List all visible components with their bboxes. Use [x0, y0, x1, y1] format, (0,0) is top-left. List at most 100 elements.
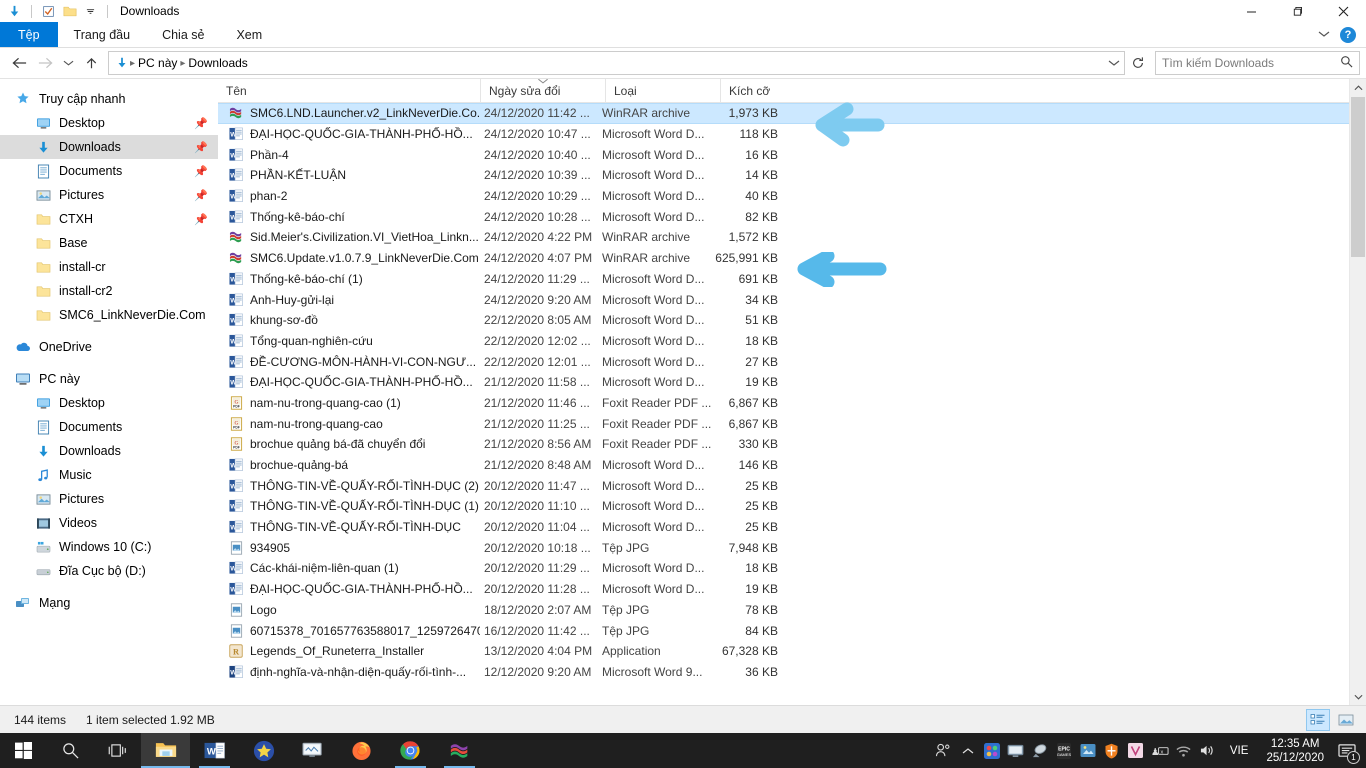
tab-home[interactable]: Trang đầu [58, 22, 147, 47]
sidebar-item-downloads[interactable]: Downloads 📌 [0, 135, 218, 159]
search-icon[interactable] [1340, 55, 1353, 71]
table-row[interactable]: WCác-khái-niệm-liên-quan (1)20/12/2020 1… [218, 558, 1366, 579]
recent-locations-button[interactable] [58, 50, 78, 76]
sidebar-item-this-pc[interactable]: PC này [0, 367, 218, 391]
download-icon[interactable] [6, 3, 23, 20]
properties-icon[interactable] [40, 3, 57, 20]
table-row[interactable]: GPDFnam-nu-trong-quang-cao (1)21/12/2020… [218, 393, 1366, 414]
task-view-icon[interactable] [94, 733, 141, 768]
table-row[interactable]: WTHÔNG-TIN-VỀ-QUẤY-RỐI-TÌNH-DỤC (2)20/12… [218, 475, 1366, 496]
table-row[interactable]: Logo18/12/2020 2:07 AMTệp JPG78 KB [218, 600, 1366, 621]
large-icons-view-icon[interactable] [1334, 709, 1358, 731]
details-view-icon[interactable] [1306, 709, 1330, 731]
back-button[interactable] [6, 50, 32, 76]
maximize-button[interactable] [1274, 0, 1320, 22]
customize-chevron-icon[interactable] [82, 3, 99, 20]
table-row[interactable]: Wbrochue-quảng-bá21/12/2020 8:48 AMMicro… [218, 455, 1366, 476]
table-row[interactable]: WĐỀ-CƯƠNG-MÔN-HÀNH-VI-CON-NGƯ...22/12/20… [218, 351, 1366, 372]
table-row[interactable]: 60715378_701657763588017_12597264706...1… [218, 620, 1366, 641]
table-row[interactable]: Wphan-224/12/2020 10:29 ...Microsoft Wor… [218, 186, 1366, 207]
minimize-button[interactable] [1228, 0, 1274, 22]
scrollbar-thumb[interactable] [1351, 97, 1365, 257]
table-row[interactable]: GPDFnam-nu-trong-quang-cao21/12/2020 11:… [218, 413, 1366, 434]
forward-button[interactable] [32, 50, 58, 76]
tab-view[interactable]: Xem [220, 22, 278, 47]
column-header-type[interactable]: Loại [605, 79, 720, 103]
pin-icon[interactable]: 📌 [194, 165, 208, 178]
taskbar-remote-desktop-icon[interactable] [288, 733, 337, 768]
taskbar-winrar-icon[interactable] [435, 733, 484, 768]
table-row[interactable]: WThống-kê-báo-chí (1)24/12/2020 11:29 ..… [218, 269, 1366, 290]
search-input[interactable]: Tìm kiếm Downloads [1162, 56, 1274, 70]
table-row[interactable]: WTHÔNG-TIN-VỀ-QUẤY-RỐI-TÌNH-DỤC20/12/202… [218, 517, 1366, 538]
table-row[interactable]: WĐẠI-HỌC-QUỐC-GIA-THÀNH-PHỐ-HỒ...20/12/2… [218, 579, 1366, 600]
table-row[interactable]: SMC6.LND.Launcher.v2_LinkNeverDie.Co...2… [218, 103, 1366, 124]
scroll-down-button[interactable] [1350, 688, 1366, 705]
table-row[interactable]: GPDFbrochue quảng bá-đã chuyển đổi21/12/… [218, 434, 1366, 455]
sidebar-item-windows-c-drive[interactable]: Windows 10 (C:) [0, 535, 218, 559]
pin-icon[interactable]: 📌 [194, 141, 208, 154]
taskbar-bluestacks-icon[interactable] [239, 733, 288, 768]
tab-file[interactable]: Tệp [0, 22, 58, 47]
sidebar-item-ctxh[interactable]: CTXH 📌 [0, 207, 218, 231]
sidebar-item-pc-documents[interactable]: Documents [0, 415, 218, 439]
sidebar-item-documents[interactable]: Documents 📌 [0, 159, 218, 183]
help-icon[interactable]: ? [1340, 27, 1356, 43]
tab-share[interactable]: Chia sẻ [146, 22, 220, 47]
windows-start-icon[interactable] [0, 733, 47, 768]
address-path-box[interactable]: ▸ PC này ▸ Downloads [108, 51, 1125, 75]
volume-icon[interactable] [1196, 733, 1220, 768]
table-row[interactable]: WPHẦN-KẾT-LUẬN24/12/2020 10:39 ...Micros… [218, 165, 1366, 186]
pin-icon[interactable]: 📌 [194, 117, 208, 130]
chevron-down-icon[interactable] [1108, 56, 1120, 70]
sidebar-item-onedrive[interactable]: OneDrive [0, 335, 218, 359]
taskbar-chrome-icon[interactable] [386, 733, 435, 768]
navigation-pane[interactable]: Truy cập nhanh Desktop 📌 Downloads 📌 [0, 79, 218, 705]
table-row[interactable]: WTHÔNG-TIN-VỀ-QUẤY-RỐI-TÌNH-DỤC (1)20/12… [218, 496, 1366, 517]
sidebar-item-install-cr[interactable]: install-cr [0, 255, 218, 279]
table-row[interactable]: Sid.Meier's.Civilization.VI_VietHoa_Link… [218, 227, 1366, 248]
file-rows[interactable]: SMC6.LND.Launcher.v2_LinkNeverDie.Co...2… [218, 103, 1366, 705]
new-folder-icon[interactable] [61, 3, 78, 20]
sidebar-item-music[interactable]: Music [0, 463, 218, 487]
epic-games-tray-icon[interactable]: EPICGAMES [1052, 733, 1076, 768]
nav-group-quick-access[interactable]: Truy cập nhanh [0, 87, 218, 111]
wifi-icon[interactable] [1172, 733, 1196, 768]
search-box[interactable]: Tìm kiếm Downloads [1155, 51, 1360, 75]
scroll-up-button[interactable] [1350, 79, 1366, 96]
taskbar-search-icon[interactable] [47, 733, 94, 768]
close-button[interactable] [1320, 0, 1366, 22]
sidebar-item-pc-desktop[interactable]: Desktop [0, 391, 218, 415]
table-row[interactable]: WTổng-quan-nghiên-cứu22/12/2020 12:02 ..… [218, 331, 1366, 352]
taskbar-word-icon[interactable]: W [190, 733, 239, 768]
vsco-tray-icon[interactable] [1124, 733, 1148, 768]
sidebar-item-pictures[interactable]: Pictures 📌 [0, 183, 218, 207]
column-header-size[interactable]: Kích cỡ [720, 79, 796, 103]
table-row[interactable]: RLegends_Of_Runeterra_Installer13/12/202… [218, 641, 1366, 662]
show-hidden-icons-chevron[interactable] [956, 733, 980, 768]
sidebar-item-base[interactable]: Base [0, 231, 218, 255]
refresh-button[interactable] [1125, 50, 1151, 76]
taskbar-file-explorer-icon[interactable] [141, 733, 190, 768]
keyboard-tray-icon[interactable]: ♟x [1148, 733, 1172, 768]
people-icon[interactable] [932, 733, 956, 768]
pin-icon[interactable]: 📌 [194, 189, 208, 202]
vertical-scrollbar[interactable] [1349, 79, 1366, 705]
sidebar-item-desktop[interactable]: Desktop 📌 [0, 111, 218, 135]
table-row[interactable]: WAnh-Huy-gửi-lại24/12/2020 9:20 AMMicros… [218, 289, 1366, 310]
column-header-date[interactable]: Ngày sửa đổi [480, 79, 605, 103]
sidebar-item-videos[interactable]: Videos [0, 511, 218, 535]
sidebar-item-smc6[interactable]: SMC6_LinkNeverDie.Com [0, 303, 218, 327]
taskbar-clock[interactable]: 12:35 AM 25/12/2020 [1258, 733, 1332, 768]
table-row[interactable]: Wđịnh-nghĩa-và-nhận-diện-quấy-rối-tình-.… [218, 662, 1366, 683]
sidebar-item-network[interactable]: Mạng [0, 591, 218, 615]
breadcrumb-downloads[interactable]: Downloads [185, 56, 250, 70]
breadcrumb-pc[interactable]: PC này [135, 56, 180, 70]
satellite-tray-icon[interactable] [1028, 733, 1052, 768]
table-row[interactable]: SMC6.Update.v1.0.7.9_LinkNeverDie.Com24/… [218, 248, 1366, 269]
chevron-down-icon[interactable] [1318, 30, 1330, 41]
sidebar-item-d-drive[interactable]: Đĩa Cục bộ (D:) [0, 559, 218, 583]
table-row[interactable]: Wkhung-sơ-đồ22/12/2020 8:05 AMMicrosoft … [218, 310, 1366, 331]
column-header-name[interactable]: Tên [218, 79, 480, 103]
action-center-icon[interactable]: 1 [1332, 733, 1362, 768]
